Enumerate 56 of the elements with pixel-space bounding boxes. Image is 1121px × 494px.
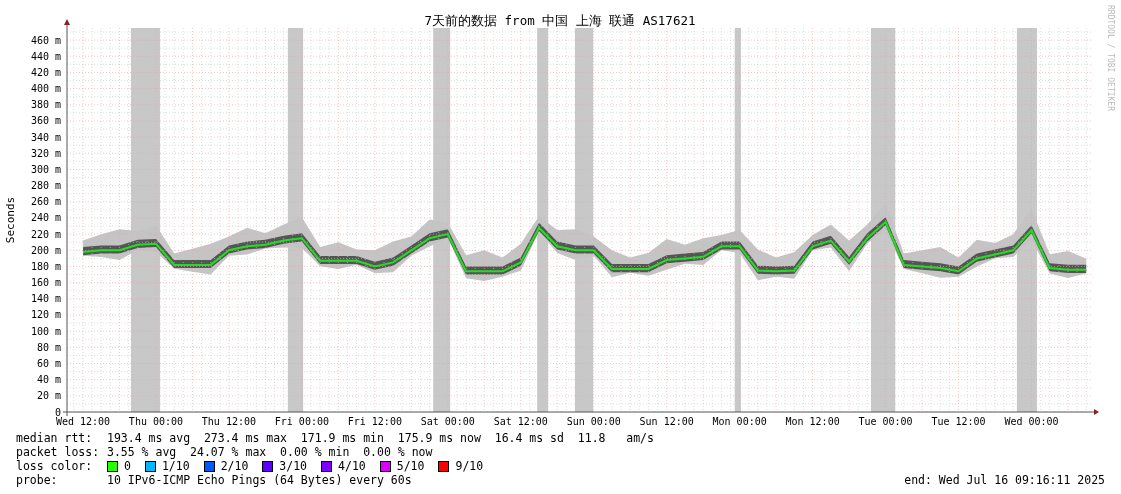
- swatch-label: 3/10: [279, 459, 308, 473]
- swatch-label: 2/10: [220, 459, 249, 473]
- x-tick-label: Tue 00:00: [858, 416, 913, 427]
- y-tick-label: 420 m: [30, 66, 61, 78]
- x-tick-label: Thu 12:00: [201, 416, 256, 427]
- y-tick-label: 140 m: [30, 293, 61, 305]
- y-tick-label: 20 m: [36, 390, 61, 402]
- end-time: end: Wed Jul 16 09:16:11 2025: [904, 473, 1105, 487]
- y-tick-label: 200 m: [30, 244, 61, 256]
- swatch-label: 0: [124, 459, 131, 473]
- x-tick-label: Wed 12:00: [55, 416, 111, 427]
- y-tick-label: 360 m: [30, 115, 61, 127]
- y-tick-label: 340 m: [30, 131, 61, 143]
- y-tick-label: 460 m: [30, 34, 61, 46]
- x-tick-label: Sat 12:00: [493, 416, 548, 427]
- x-tick-label: Sun 00:00: [566, 416, 621, 427]
- y-tick-label: 100 m: [30, 325, 61, 337]
- legend-label: loss color:: [16, 459, 94, 473]
- y-tick-label: 440 m: [30, 50, 61, 62]
- y-tick-label: 180 m: [30, 261, 61, 272]
- y-tick-label: 280 m: [30, 180, 61, 192]
- x-tick-label: Fri 12:00: [347, 416, 402, 427]
- legend-label: probe:: [16, 473, 59, 487]
- y-tick-label: 320 m: [30, 147, 61, 159]
- y-tick-label: 80 m: [36, 341, 61, 353]
- x-tick-label: Wed 00:00: [1004, 416, 1059, 427]
- x-tick-label: Tue 12:00: [931, 416, 986, 427]
- y-tick-label: 380 m: [30, 99, 61, 111]
- y-axis-label: Seconds: [4, 196, 17, 244]
- x-tick-label: Sun 12:00: [639, 416, 694, 427]
- x-tick-label: Thu 00:00: [128, 416, 184, 427]
- swatch-label: 4/10: [338, 459, 366, 473]
- chart-title: 7天前的数据 from 中国 上海 联通 AS17621: [424, 13, 696, 28]
- legend-label: packet loss:: [16, 445, 101, 459]
- y-tick-label: 300 m: [30, 163, 61, 175]
- swatch-label: 9/10: [455, 459, 484, 473]
- x-tick-label: Fri 00:00: [274, 416, 329, 427]
- x-tick-label: Sat 00:00: [420, 416, 475, 427]
- y-tick-label: 240 m: [30, 212, 61, 224]
- y-tick-label: 220 m: [30, 228, 61, 240]
- x-tick-label: Mon 00:00: [712, 416, 767, 427]
- credit-text: RRDTOOL / TOBI OETIKER: [1106, 5, 1115, 111]
- x-tick-label: Mon 12:00: [785, 416, 840, 427]
- y-tick-label: 0: [54, 406, 61, 418]
- legend-label: median rtt:: [16, 431, 94, 445]
- stats-text: 193.4 ms avg 273.4 ms max 171.9 ms min 175.9 ms now 16.4 ms sd 11.8 am/s: [107, 431, 654, 445]
- swatch-label: 1/10: [161, 459, 190, 473]
- probe-text: 10 IPv6-ICMP Echo Pings (64 Bytes) every 60s: [107, 473, 412, 487]
- y-tick-label: 40 m: [36, 374, 61, 386]
- y-tick-label: 400 m: [30, 83, 61, 95]
- y-tick-label: 60 m: [36, 358, 61, 369]
- y-tick-label: 120 m: [30, 309, 61, 321]
- y-tick-label: 260 m: [30, 196, 61, 208]
- stats-text: 3.55 % avg 24.07 % max 0.00 % min 0.00 % now: [107, 445, 433, 459]
- swatch-label: 5/10: [396, 459, 425, 473]
- y-tick-label: 160 m: [30, 277, 61, 289]
